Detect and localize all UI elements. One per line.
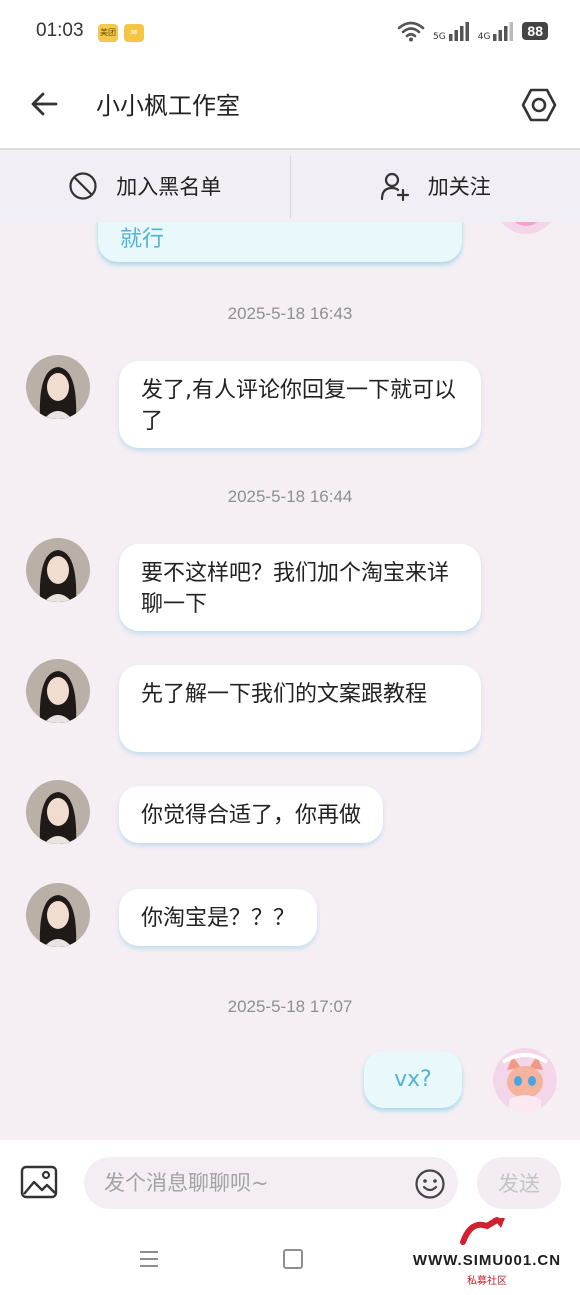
follow-button[interactable]: 加关注 <box>291 150 580 222</box>
signal-5g-icon: 5G <box>433 20 470 42</box>
contact-message-bubble[interactable]: 要不这样吧？我们加个淘宝来详聊一下 <box>119 544 481 631</box>
network-5g-label: 5G <box>433 32 446 42</box>
network-4g-label: 4G <box>477 32 491 42</box>
own-message-bubble[interactable]: 就行 <box>98 222 462 262</box>
battery-level: 88 <box>522 22 548 40</box>
follow-label: 加关注 <box>427 175 491 199</box>
ban-icon <box>69 172 97 200</box>
contact-avatar[interactable] <box>26 355 90 419</box>
meituan-notification-icon: 美团 <box>98 24 118 42</box>
contact-avatar[interactable] <box>26 659 90 723</box>
message-list[interactable]: 就行 2025-5-18 16:43 发了,有人评论你回复一下就可以了 2025… <box>0 222 580 1140</box>
message-input[interactable] <box>84 1157 458 1209</box>
own-message-bubble[interactable]: vx? <box>364 1051 462 1108</box>
hexagon-settings-icon <box>521 88 557 122</box>
status-bar: 01:03 美团 ✉ 5G 4G 88 <box>0 0 580 64</box>
girl-photo-avatar-icon <box>26 659 90 723</box>
contact-avatar[interactable] <box>26 780 90 844</box>
back-button[interactable] <box>26 84 66 124</box>
timestamp: 2025-5-18 17:07 <box>227 997 353 1016</box>
message-text: 你觉得合适了，你再做 <box>141 803 362 828</box>
home-button[interactable] <box>283 1249 303 1269</box>
cat-avatar-icon <box>493 1048 557 1112</box>
watermark-logo-icon <box>460 1217 505 1245</box>
settings-button[interactable] <box>518 84 560 126</box>
wifi-icon <box>397 21 425 42</box>
cat-avatar-icon <box>501 222 551 234</box>
input-bar: 发送 <box>0 1140 580 1226</box>
page-title: 小小枫工作室 <box>96 92 240 120</box>
own-avatar[interactable] <box>493 1048 557 1112</box>
status-indicators: 5G 4G 88 <box>397 20 548 42</box>
girl-photo-avatar-icon <box>26 780 90 844</box>
recent-apps-button[interactable] <box>138 1248 160 1270</box>
action-bar: 加入黑名单 加关注 <box>0 148 580 222</box>
image-button[interactable] <box>20 1164 58 1200</box>
smiley-icon <box>415 1169 445 1199</box>
watermark-tagline: 私募社区 <box>467 1276 507 1287</box>
contact-message-bubble[interactable]: 你觉得合适了，你再做 <box>119 786 384 843</box>
arrow-left-icon <box>31 92 58 116</box>
girl-photo-avatar-icon <box>26 355 90 419</box>
signal-4g-icon: 4G <box>478 20 515 42</box>
chat-header: 小小枫工作室 <box>0 64 580 148</box>
contact-avatar[interactable] <box>26 883 90 947</box>
image-icon <box>20 1165 58 1199</box>
block-button[interactable]: 加入黑名单 <box>0 150 290 222</box>
timestamp: 2025-5-18 16:44 <box>227 487 353 506</box>
message-text: 先了解一下我们的文案跟教程 <box>141 682 428 707</box>
message-text: 发了,有人评论你回复一下就可以了 <box>141 378 456 434</box>
own-avatar[interactable] <box>494 222 558 234</box>
watermark: WWW.SIMU001.CN 私募社区 <box>402 1217 572 1288</box>
timestamp: 2025-5-18 16:43 <box>227 304 353 323</box>
system-nav-bar: WWW.SIMU001.CN 私募社区 <box>0 1217 580 1295</box>
contact-message-bubble[interactable]: 先了解一下我们的文案跟教程 <box>119 665 481 752</box>
send-button[interactable]: 发送 <box>477 1157 561 1209</box>
girl-photo-avatar-icon <box>26 538 90 602</box>
message-text: 你淘宝是？？？ <box>141 906 296 931</box>
girl-photo-avatar-icon <box>26 883 90 947</box>
block-label: 加入黑名单 <box>116 175 222 199</box>
message-text: 就行 <box>120 227 165 252</box>
contact-message-bubble[interactable]: 发了,有人评论你回复一下就可以了 <box>119 361 481 448</box>
add-user-icon <box>380 172 409 201</box>
message-text: vx? <box>394 1067 432 1092</box>
contact-message-bubble[interactable]: 你淘宝是？？？ <box>119 889 318 946</box>
menu-icon <box>140 1251 158 1267</box>
message-text: 要不这样吧？我们加个淘宝来详聊一下 <box>141 561 450 617</box>
status-time: 01:03 <box>36 20 84 41</box>
contact-avatar[interactable] <box>26 538 90 602</box>
emoji-button[interactable] <box>414 1168 446 1200</box>
watermark-site: WWW.SIMU001.CN <box>412 1252 562 1269</box>
mail-notification-icon: ✉ <box>124 24 144 42</box>
